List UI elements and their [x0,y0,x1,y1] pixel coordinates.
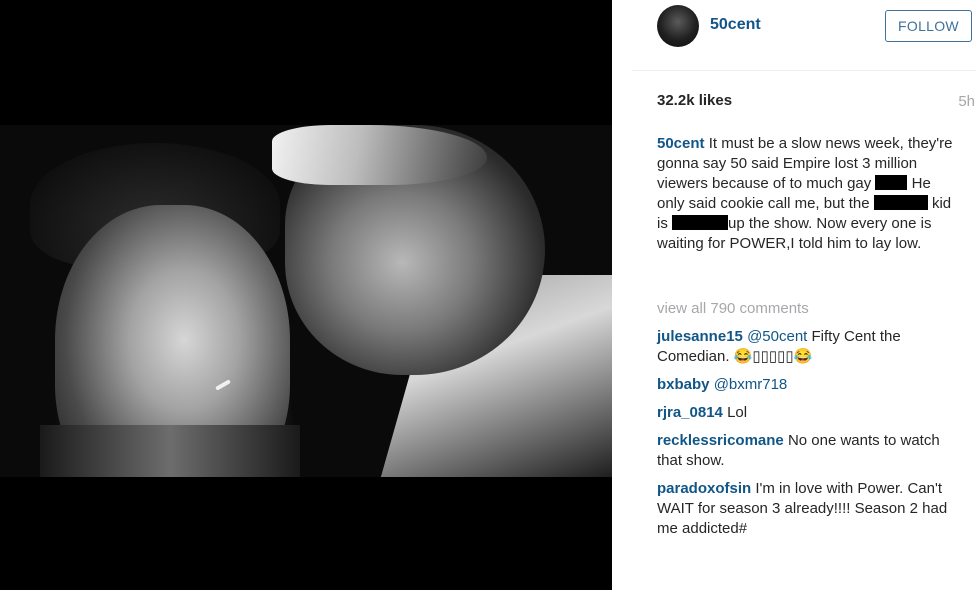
comment-username[interactable]: rjra_0814 [657,404,723,421]
avatar[interactable] [657,5,699,47]
likes-row: 32.2k likes 5h [657,92,975,112]
comment-mention[interactable]: @50cent [747,328,807,345]
photo [0,125,612,477]
redaction-box [873,195,928,210]
divider [612,0,632,590]
comment-item: rjra_0814 Lol [657,403,957,423]
post-header: 50cent FOLLOW [632,0,976,71]
comment-username[interactable]: paradoxofsin [657,480,751,497]
comment-username[interactable]: julesanne15 [657,328,743,345]
post-timestamp[interactable]: 5h [958,93,975,110]
comment-text: Lol [727,404,748,421]
photo-figure-left-collar [40,425,300,477]
author-username[interactable]: 50cent [710,16,761,34]
comment-item: paradoxofsin I'm in love with Power. Can… [657,479,957,539]
letterbox-bottom [0,477,612,590]
post-image[interactable] [0,0,612,590]
follow-button[interactable]: FOLLOW [885,10,972,42]
caption: 50cent It must be a slow news week, they… [657,134,957,254]
comments-list: julesanne15 @50cent Fifty Cent the Comed… [657,327,957,547]
comment-item: bxbaby @bxmr718 [657,375,957,395]
redaction-box [875,175,908,190]
comment-mention[interactable]: @bxmr718 [714,376,788,393]
view-all-comments-link[interactable]: view all 790 comments [657,300,809,317]
post-sidebar: 50cent FOLLOW 32.2k likes 5h 50cent It m… [632,0,976,590]
comment-item: julesanne15 @50cent Fifty Cent the Comed… [657,327,957,367]
comment-item: recklessricomane No one wants to watch t… [657,431,957,471]
comment-username[interactable]: recklessricomane [657,432,784,449]
comment-username[interactable]: bxbaby [657,376,710,393]
letterbox-top [0,0,612,125]
redaction-box [672,215,729,230]
likes-count[interactable]: 32.2k likes [657,92,732,109]
caption-username[interactable]: 50cent [657,135,705,152]
